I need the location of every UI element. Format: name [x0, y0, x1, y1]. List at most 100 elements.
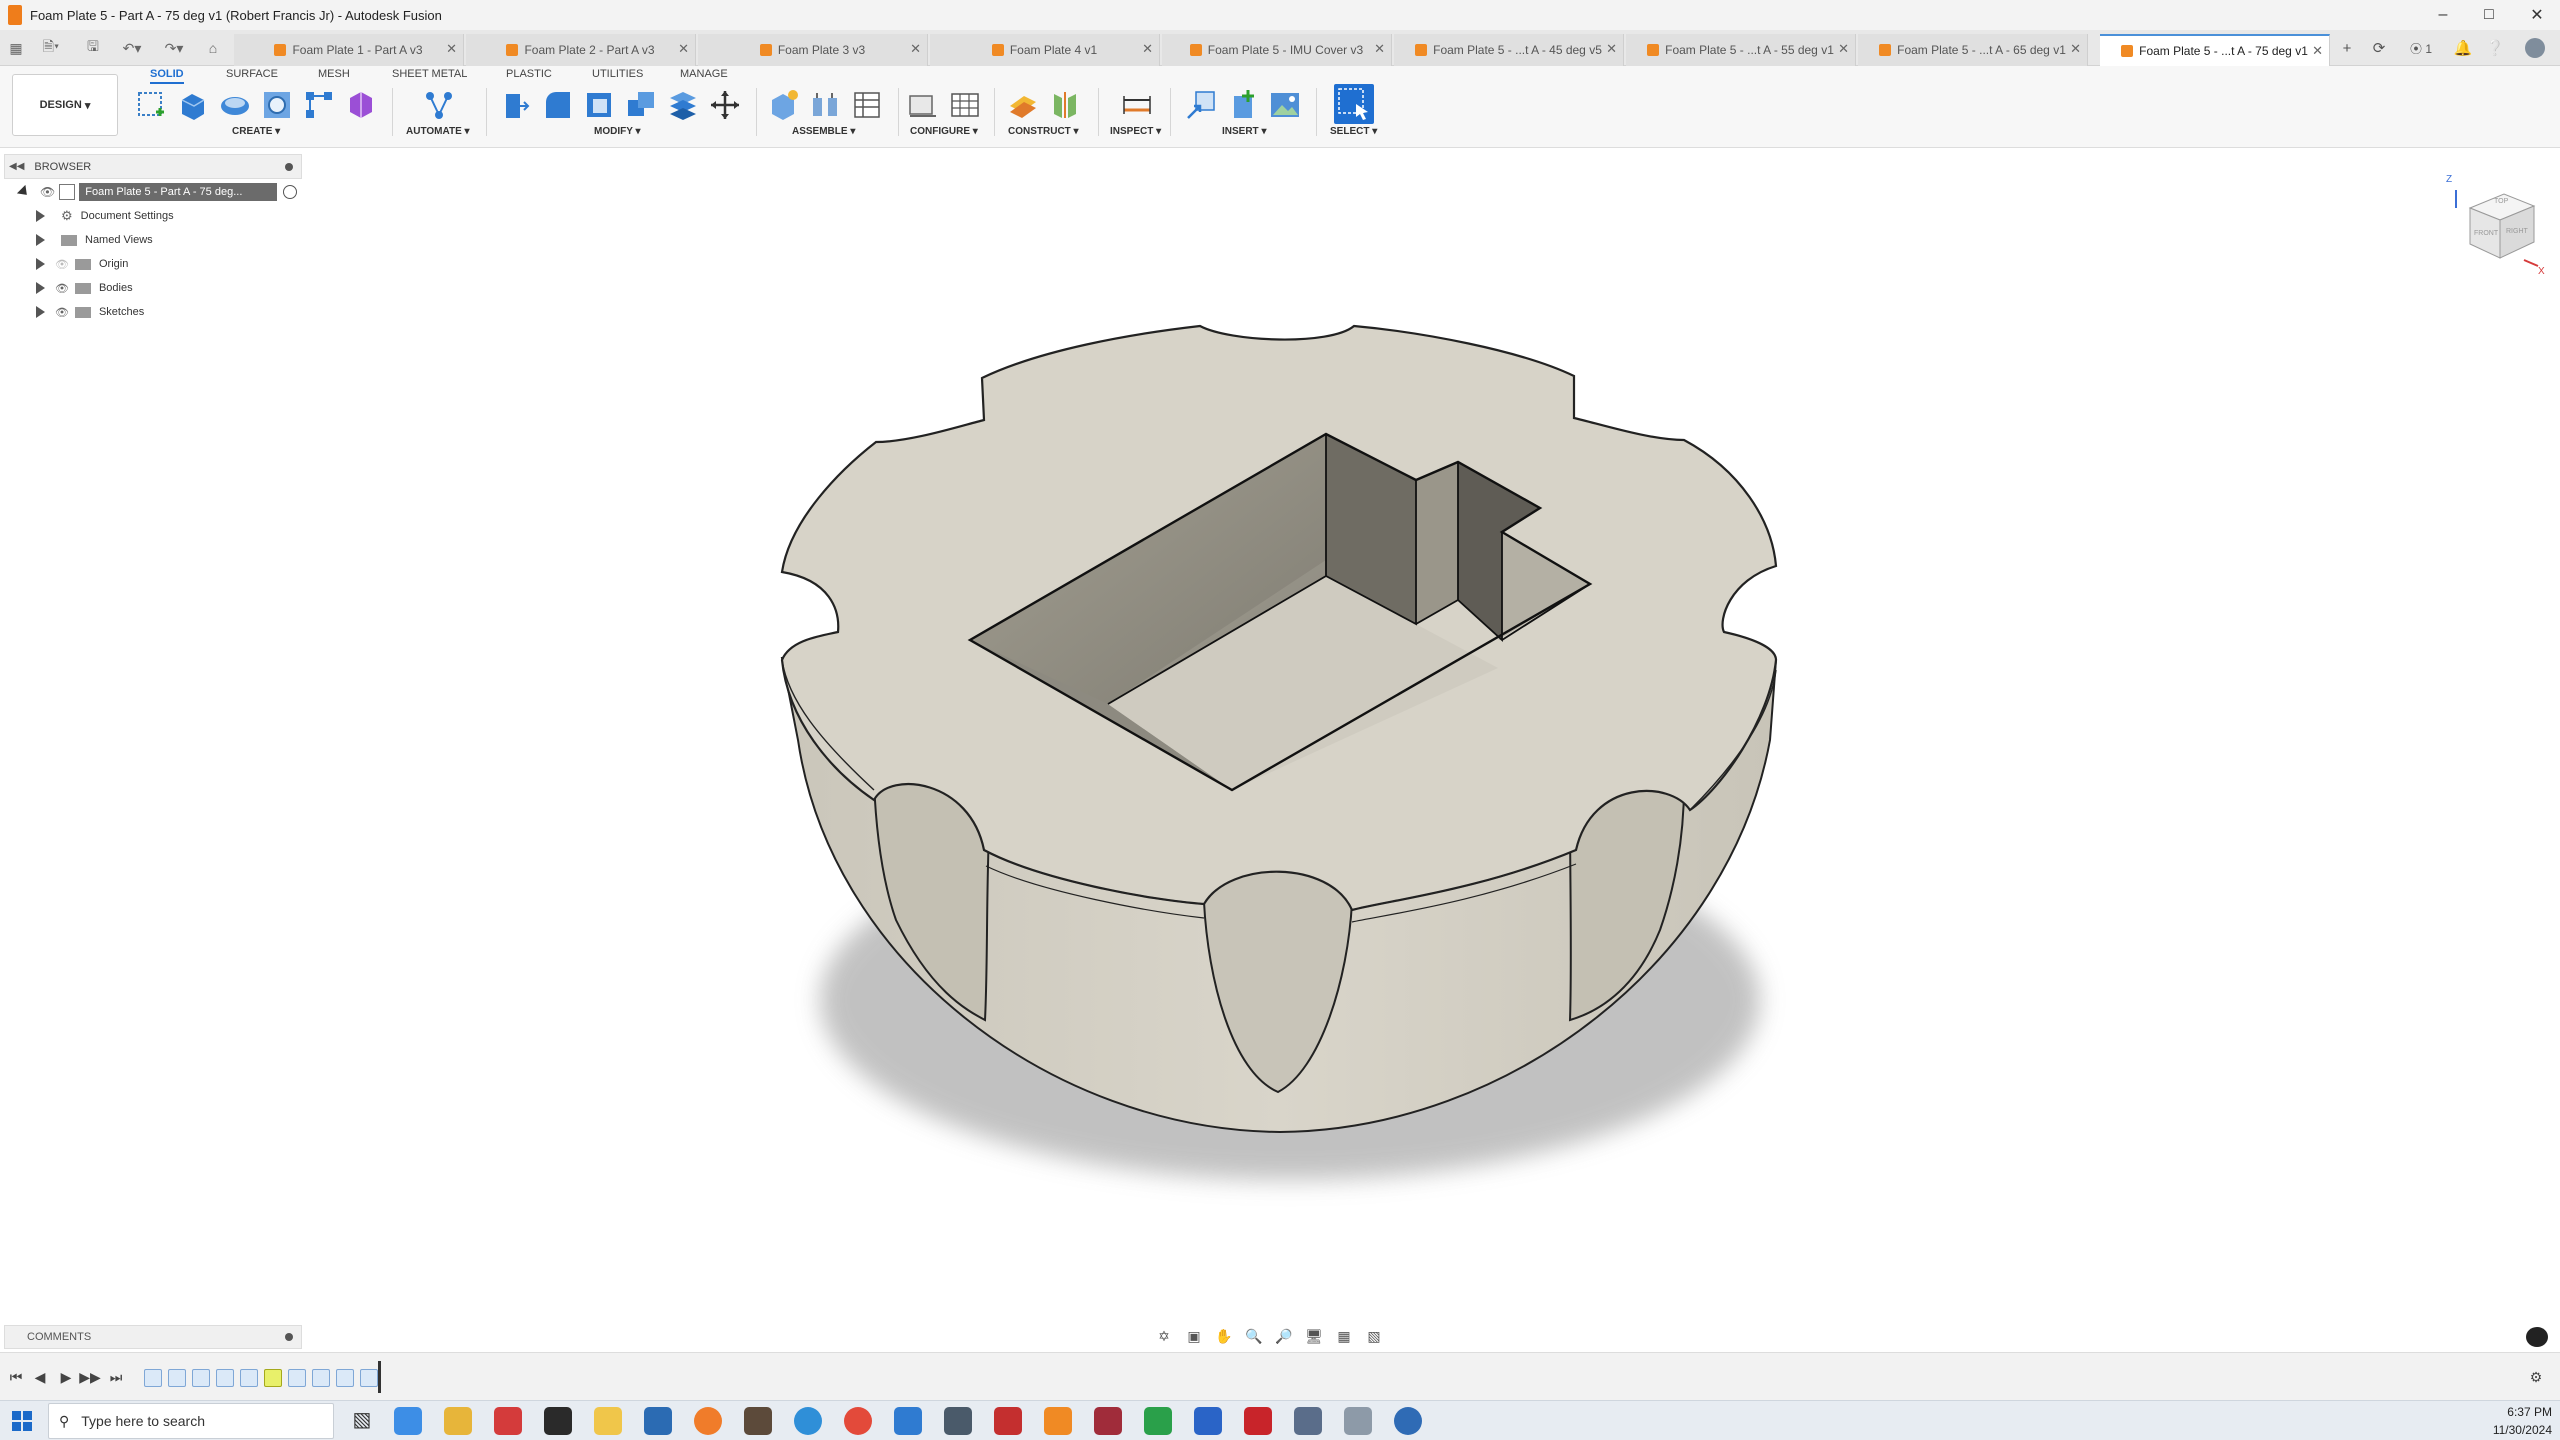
tab-manage[interactable]: MANAGE	[680, 68, 728, 80]
tab-mesh[interactable]: MESH	[318, 68, 350, 80]
timeline-feature-sketch-selected[interactable]	[264, 1369, 282, 1387]
tree-item-named-views[interactable]: Named Views	[36, 228, 153, 252]
hole-icon[interactable]	[260, 88, 294, 122]
fusion-taskbar-icon[interactable]	[1044, 1407, 1072, 1435]
minimize-button[interactable]: –	[2420, 0, 2466, 30]
close-tab-icon[interactable]: ✕	[1606, 41, 1617, 57]
pin-icon[interactable]	[285, 1333, 293, 1341]
orbit-icon[interactable]: ✡	[1152, 1326, 1176, 1346]
timeline-feature-move[interactable]	[192, 1369, 210, 1387]
bom-icon[interactable]	[850, 88, 884, 122]
app-network-icon[interactable]	[944, 1407, 972, 1435]
fit-icon[interactable]: 🔎	[1272, 1326, 1296, 1346]
visibility-eye-icon[interactable]: 👁	[40, 185, 55, 199]
timeline-start-icon[interactable]: ⏮	[6, 1367, 26, 1387]
new-component-icon[interactable]	[766, 88, 800, 122]
combine-icon[interactable]	[624, 88, 658, 122]
task-view-icon[interactable]: ▧	[348, 1407, 376, 1435]
close-tab-icon[interactable]: ✕	[1142, 41, 1153, 57]
app-box-icon[interactable]	[644, 1407, 672, 1435]
expand-triangle-icon[interactable]	[16, 184, 32, 200]
taskbar-search-box[interactable]: ⚲ Type here to search	[48, 1403, 334, 1439]
tree-item-bodies[interactable]: 👁 Bodies	[36, 276, 133, 300]
close-tab-icon[interactable]: ✕	[910, 41, 921, 57]
maximize-button[interactable]: □	[2466, 0, 2512, 30]
tree-item-sketches[interactable]: 👁 Sketches	[36, 300, 144, 324]
group-select[interactable]: SELECT ▾	[1330, 126, 1377, 137]
tab-foam-plate-4[interactable]: Foam Plate 4 v1 ✕	[930, 34, 1160, 66]
group-assemble[interactable]: ASSEMBLE ▾	[792, 126, 855, 137]
comments-panel-header[interactable]: COMMENTS	[4, 1325, 302, 1349]
undo-icon[interactable]: ↶▾	[114, 37, 150, 59]
configure-icon[interactable]	[906, 88, 940, 122]
app-tool-icon[interactable]	[744, 1407, 772, 1435]
expand-triangle-icon[interactable]	[36, 258, 45, 270]
midplane-icon[interactable]	[1048, 88, 1082, 122]
chrome-icon[interactable]	[844, 1407, 872, 1435]
form-icon[interactable]	[344, 88, 378, 122]
tab-foam-plate-3[interactable]: Foam Plate 3 v3 ✕	[698, 34, 928, 66]
timeline-marker[interactable]	[378, 1361, 381, 1393]
pin-icon[interactable]	[285, 162, 293, 171]
filezilla-icon[interactable]	[994, 1407, 1022, 1435]
app-green-icon[interactable]	[1144, 1407, 1172, 1435]
save-icon[interactable]: 🖫	[82, 37, 104, 59]
app-gray-icon[interactable]	[1344, 1407, 1372, 1435]
close-window-button[interactable]: ✕	[2514, 0, 2560, 30]
help-icon[interactable]: ❔	[2484, 36, 2506, 60]
press-pull-icon[interactable]	[498, 88, 532, 122]
group-configure[interactable]: CONFIGURE ▾	[910, 126, 978, 137]
app-c-icon[interactable]	[1394, 1407, 1422, 1435]
timeline-settings-icon[interactable]: ⚙	[2526, 1367, 2546, 1387]
visibility-eye-icon[interactable]: 👁	[55, 282, 69, 295]
close-tab-icon[interactable]: ✕	[1838, 41, 1849, 57]
taskbar-clock[interactable]: 6:37 PM 11/30/2024	[2493, 1403, 2552, 1439]
timeline-next-icon[interactable]: ▶▶	[79, 1367, 101, 1387]
group-automate[interactable]: AUTOMATE ▾	[406, 126, 470, 137]
timeline-feature-extrude[interactable]	[288, 1369, 306, 1387]
new-tab-icon[interactable]: +	[2336, 36, 2358, 60]
tree-root[interactable]: 👁 Foam Plate 5 - Part A - 75 deg...	[16, 180, 298, 204]
viewports-icon[interactable]: ▧	[1362, 1326, 1386, 1346]
tab-foam-plate-5-imu[interactable]: Foam Plate 5 - IMU Cover v3 ✕	[1162, 34, 1392, 66]
shell-icon[interactable]	[582, 88, 616, 122]
group-inspect[interactable]: INSPECT ▾	[1110, 126, 1161, 137]
grid-settings-icon[interactable]: ▦	[1332, 1326, 1356, 1346]
timeline-end-icon[interactable]: ⏭	[106, 1367, 126, 1387]
tab-foam-plate-1[interactable]: Foam Plate 1 - Part A v3 ✕	[234, 34, 464, 66]
visibility-eye-icon[interactable]: 👁	[55, 306, 69, 319]
timeline-prev-icon[interactable]: ◀	[30, 1367, 50, 1387]
timeline-feature-extrude[interactable]	[168, 1369, 186, 1387]
group-insert[interactable]: INSERT ▾	[1222, 126, 1266, 137]
edge-icon[interactable]	[794, 1407, 822, 1435]
timeline-play-icon[interactable]: ▶	[56, 1367, 76, 1387]
tab-foam-plate-2[interactable]: Foam Plate 2 - Part A v3 ✕	[466, 34, 696, 66]
expand-triangle-icon[interactable]	[36, 306, 45, 318]
replace-face-icon[interactable]	[666, 88, 700, 122]
group-create[interactable]: CREATE ▾	[232, 126, 280, 137]
app-yellow-icon[interactable]	[594, 1407, 622, 1435]
configuration-table-icon[interactable]	[948, 88, 982, 122]
insert-derive-icon[interactable]	[1184, 88, 1218, 122]
automate-icon[interactable]	[422, 88, 456, 122]
pattern-icon[interactable]	[302, 88, 336, 122]
timeline-feature-move[interactable]	[360, 1369, 378, 1387]
browser-panel-header[interactable]: ◀◀ BROWSER	[4, 154, 302, 179]
redo-icon[interactable]: ↷▾	[156, 37, 192, 59]
tab-solid[interactable]: SOLID	[150, 68, 184, 84]
measure-icon[interactable]	[1120, 88, 1154, 122]
word-icon[interactable]	[1194, 1407, 1222, 1435]
expand-triangle-icon[interactable]	[36, 210, 45, 222]
offset-plane-icon[interactable]	[1006, 88, 1040, 122]
timeline-feature-extrude[interactable]	[240, 1369, 258, 1387]
notifications-icon[interactable]: 🔔	[2452, 36, 2474, 60]
app-red-icon[interactable]	[1094, 1407, 1122, 1435]
zoom-icon[interactable]: 🔍	[1242, 1326, 1266, 1346]
tree-item-origin[interactable]: 👁 Origin	[36, 252, 128, 276]
extrude-icon[interactable]	[176, 88, 210, 122]
expand-triangle-icon[interactable]	[36, 234, 45, 246]
group-construct[interactable]: CONSTRUCT ▾	[1008, 126, 1079, 137]
select-icon[interactable]	[1334, 84, 1374, 124]
close-tab-icon[interactable]: ✕	[446, 41, 457, 57]
tab-plastic[interactable]: PLASTIC	[506, 68, 552, 80]
